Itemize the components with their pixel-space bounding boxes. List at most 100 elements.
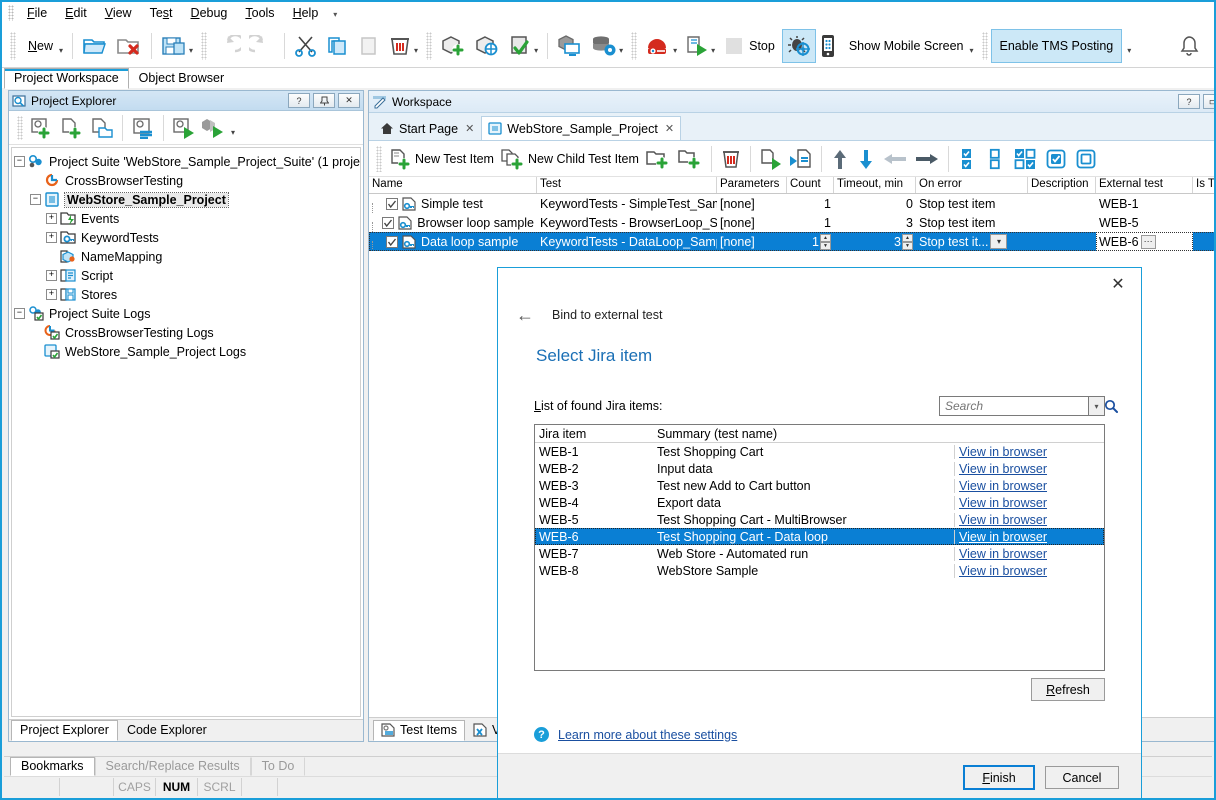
learn-more-link[interactable]: Learn more about these settings (558, 728, 737, 742)
list-item[interactable]: WEB-2 Input data View in browser (535, 460, 1104, 477)
pe-toolbar-overflow-caret[interactable]: ▾ (231, 128, 235, 144)
jira-item-link[interactable]: View in browser (954, 444, 1104, 459)
new-dropdown-caret[interactable]: ▾ (59, 46, 63, 62)
jira-item-link[interactable]: View in browser (954, 478, 1104, 493)
workspace-minimize-button[interactable]: ▭ (1203, 94, 1214, 109)
move-up-button[interactable] (827, 144, 853, 174)
bottom-tab-to-do[interactable]: To Do (250, 757, 306, 776)
run-button[interactable]: ▾ (681, 30, 719, 62)
search-dropdown-button[interactable]: ▾ (1089, 396, 1105, 416)
save-dropdown-caret[interactable]: ▾ (189, 46, 193, 62)
row-is-test[interactable] (1193, 232, 1214, 251)
run-dropdown-caret[interactable]: ▾ (711, 46, 715, 62)
run-item-button[interactable] (169, 113, 199, 143)
add-object-button[interactable] (436, 30, 470, 62)
jira-col-header-item[interactable]: Jira item (535, 427, 653, 441)
grid-header-is-test[interactable]: Is Test (1193, 177, 1214, 193)
enable-tms-posting-button[interactable]: Enable TMS Posting (990, 28, 1123, 63)
count-spinner[interactable]: ▲ ▼ (820, 233, 831, 250)
tree-node-namemapping[interactable]: NameMapping (14, 247, 358, 266)
new-group-button[interactable] (642, 144, 674, 174)
dialog-close-button[interactable]: ✕ (1103, 272, 1133, 296)
open-project-button[interactable] (78, 30, 112, 62)
row-test[interactable]: KeywordTests - BrowserLoop_Sample (537, 213, 717, 232)
check-all-button[interactable] (954, 144, 982, 174)
doc-tab-close-icon[interactable]: ✕ (665, 122, 674, 135)
jira-item-link[interactable]: View in browser (954, 512, 1104, 527)
grid-header-on-error[interactable]: On error (916, 177, 1028, 193)
tab-object-browser[interactable]: Object Browser (129, 68, 234, 88)
new-button[interactable]: New ▾ (20, 30, 67, 62)
timeout-spinner[interactable]: ▲ ▼ (902, 233, 913, 250)
expander-stores[interactable]: + (46, 289, 57, 300)
project-explorer-help-button[interactable]: ? (288, 93, 310, 108)
search-input[interactable] (943, 398, 1104, 414)
cut-button[interactable] (290, 30, 322, 62)
new-child-test-item-button[interactable]: New Child Test Item (497, 144, 642, 174)
back-arrow-icon[interactable]: ← (508, 301, 542, 329)
delete-button[interactable]: ▾ (384, 30, 422, 62)
stop-button[interactable]: Stop (719, 30, 783, 62)
tree-node-project-suite[interactable]: − Project Suite 'WebStore_Sample_Project… (14, 152, 360, 171)
table-row[interactable]: Browser loop sample KeywordTests - Brows… (369, 213, 1214, 232)
jira-item-link[interactable]: View in browser (954, 529, 1104, 544)
row-parameters[interactable]: [none] (717, 194, 787, 213)
panel-tab-code-explorer[interactable]: Code Explorer (118, 720, 216, 741)
row-count[interactable]: 1 (787, 194, 834, 213)
table-row[interactable]: Data loop sample KeywordTests - DataLoop… (369, 232, 1214, 251)
row-description[interactable] (1028, 213, 1096, 232)
expander-events[interactable]: + (46, 213, 57, 224)
expander-project-suite-logs[interactable]: − (14, 308, 25, 319)
panel-tab-project-explorer[interactable]: Project Explorer (11, 720, 118, 741)
tree-node-webstore-project-logs[interactable]: WebStore_Sample_Project Logs (14, 342, 358, 361)
paste-button[interactable] (354, 30, 384, 62)
mobile-device-button[interactable] (815, 30, 841, 62)
move-right-button[interactable] (911, 144, 943, 174)
expander-webstore-project[interactable]: − (30, 194, 41, 205)
menu-item-debug[interactable]: Debug (182, 4, 237, 22)
invert-check-button[interactable] (1010, 144, 1042, 174)
delete-dropdown-caret[interactable]: ▾ (414, 46, 418, 62)
row-test[interactable]: KeywordTests - DataLoop_Sample ⋯ (537, 232, 717, 251)
bottom-tab-search-replace-results[interactable]: Search/Replace Results (94, 757, 251, 776)
row-checkbox[interactable] (386, 197, 398, 210)
row-checkbox[interactable] (386, 235, 398, 248)
list-item[interactable]: WEB-5 Test Shopping Cart - MultiBrowser … (535, 511, 1104, 528)
jira-item-link[interactable]: View in browser (954, 495, 1104, 510)
project-tree-container[interactable]: − Project Suite 'WebStore_Sample_Project… (11, 147, 361, 717)
data-dropdown-caret[interactable]: ▾ (619, 46, 623, 62)
screen-capture-button[interactable] (553, 30, 587, 62)
row-timeout[interactable]: 3 ▲ ▼ (834, 232, 916, 251)
grid-header-parameters[interactable]: Parameters (717, 177, 787, 193)
menu-item-test[interactable]: Test (141, 4, 182, 22)
expander-script[interactable]: + (46, 270, 57, 281)
run-selected-item-button[interactable] (786, 144, 816, 174)
show-mobile-screen-button[interactable]: Show Mobile Screen ▾ (841, 30, 978, 62)
doc-tab-start-page[interactable]: Start Page ✕ (373, 116, 481, 140)
jira-item-link[interactable]: View in browser (954, 563, 1104, 578)
menu-item-edit[interactable]: Edit (56, 4, 96, 22)
new-test-item-button[interactable]: New Test Item (386, 144, 497, 174)
project-explorer-pin-button[interactable] (313, 93, 335, 108)
expander-keywordtests[interactable]: + (46, 232, 57, 243)
record-button[interactable]: ▾ (641, 30, 681, 62)
run-test-item-button[interactable] (756, 144, 786, 174)
new-child-group-button[interactable] (674, 144, 706, 174)
tree-node-project-suite-logs[interactable]: − Project Suite Logs (14, 304, 358, 323)
data-storage-button[interactable]: ▾ (587, 30, 627, 62)
mobile-dropdown-caret[interactable]: ▾ (970, 46, 974, 62)
grid-header-external-test[interactable]: External test (1096, 177, 1193, 193)
search-input-wrapper[interactable] (939, 396, 1118, 416)
move-down-button[interactable] (853, 144, 879, 174)
row-parameters[interactable]: [none] (717, 232, 787, 251)
menu-item-file[interactable]: File (18, 4, 56, 22)
save-all-button[interactable]: ▾ (157, 30, 197, 62)
row-timeout[interactable]: 3 (834, 213, 916, 232)
row-test[interactable]: KeywordTests - SimpleTest_Sample (537, 194, 717, 213)
grid-header-timeout[interactable]: Timeout, min (834, 177, 916, 193)
doc-tab-webstore-sample-project[interactable]: WebStore_Sample_Project ✕ (481, 116, 682, 140)
tab-project-workspace[interactable]: Project Workspace (4, 68, 129, 89)
object-spy-button[interactable] (470, 30, 504, 62)
row-external-test[interactable]: WEB-5 (1096, 213, 1193, 232)
undo-button[interactable] (211, 30, 245, 62)
